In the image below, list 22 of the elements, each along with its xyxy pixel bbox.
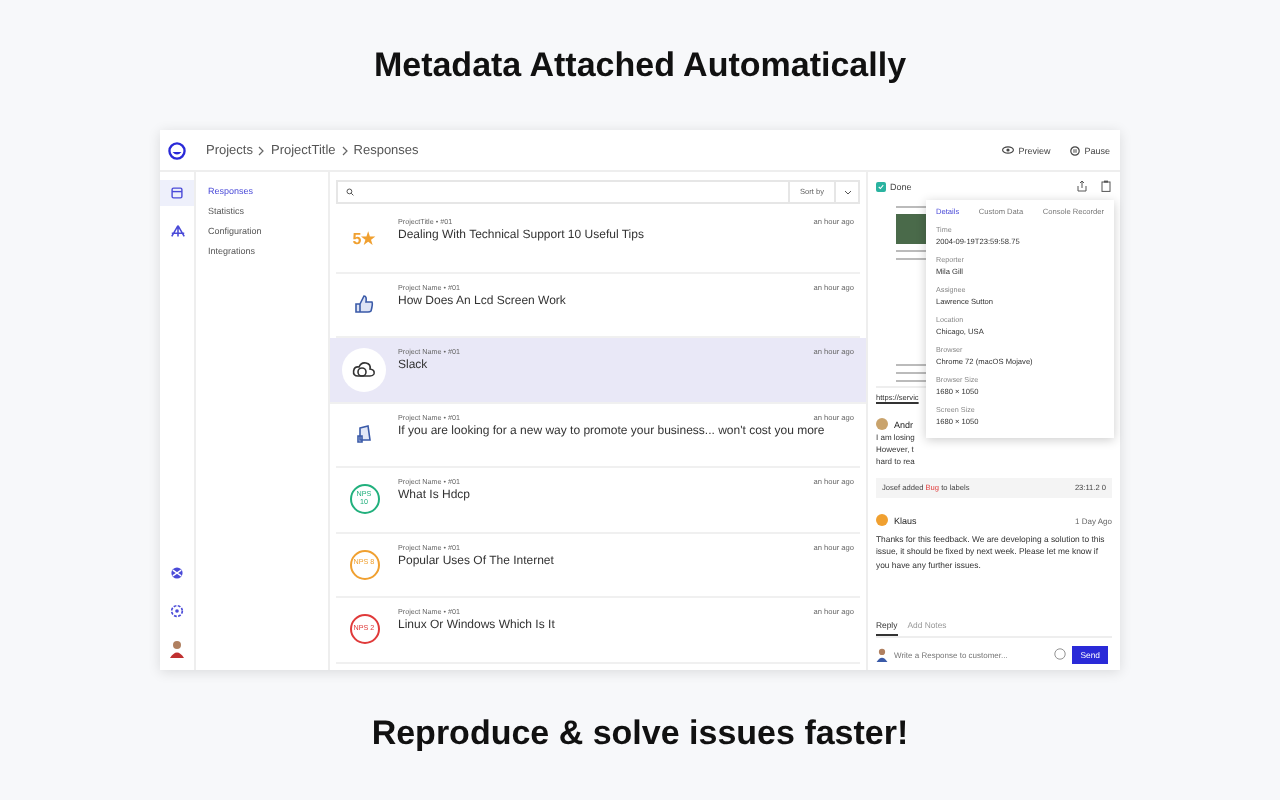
- thumbs-up-icon: [354, 294, 374, 315]
- pause-icon: [1070, 145, 1081, 155]
- avatar-icon: [876, 418, 888, 430]
- logo-icon: [168, 141, 186, 159]
- clipboard-icon[interactable]: [1100, 180, 1112, 192]
- emoji-icon[interactable]: [1054, 648, 1067, 660]
- settings-icon: [170, 604, 184, 618]
- share-icon[interactable]: [1076, 180, 1088, 192]
- avatar-icon: [876, 647, 888, 661]
- network-icon: [169, 224, 185, 238]
- nav-button[interactable]: [160, 180, 194, 206]
- avatar-icon: [170, 640, 184, 658]
- box-icon: [170, 186, 184, 200]
- headline: Metadata Attached Automatically: [371, 44, 909, 88]
- rating-label: 5★: [352, 230, 376, 249]
- status-checkbox[interactable]: [876, 181, 886, 191]
- tagline: Reproduce & solve issues faster!: [369, 712, 911, 754]
- avatar-icon: [876, 514, 888, 526]
- chevron-icon: [341, 145, 348, 155]
- eye-icon: [1002, 146, 1015, 154]
- cloud-icon: [352, 360, 376, 379]
- chevron-icon: [258, 145, 265, 155]
